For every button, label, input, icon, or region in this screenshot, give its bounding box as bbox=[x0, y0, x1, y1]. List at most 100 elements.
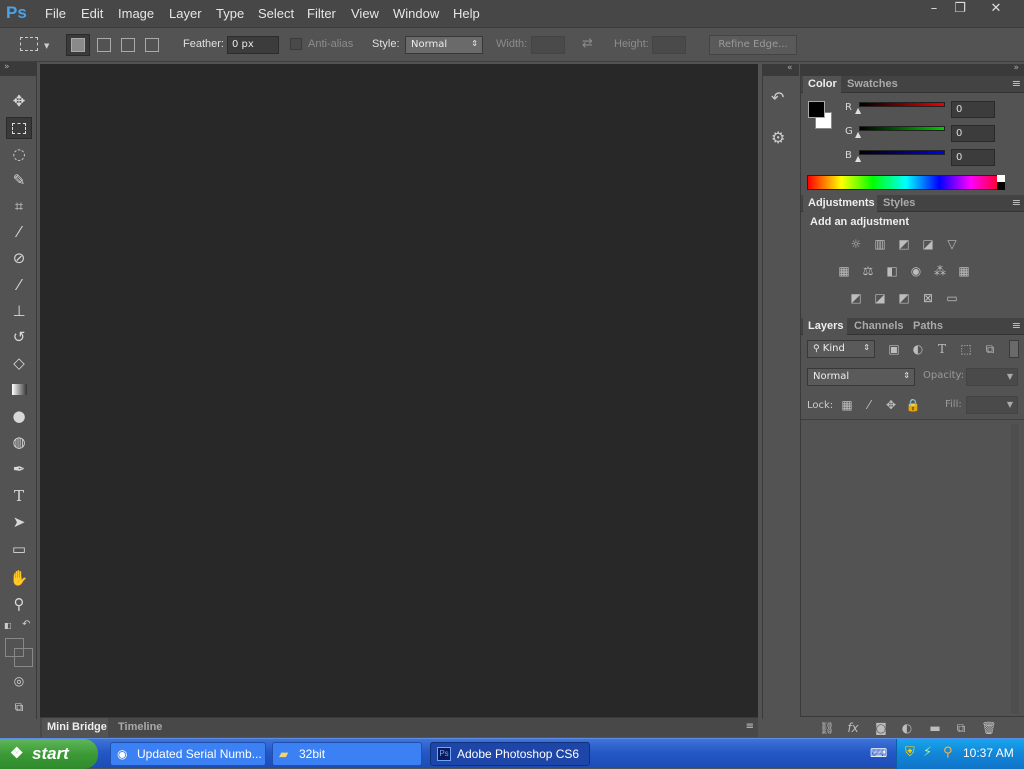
network-icon[interactable]: ⚡ bbox=[923, 745, 932, 760]
spectrum-black-swatch[interactable] bbox=[997, 182, 1005, 190]
opacity-input[interactable]: ▼ bbox=[966, 368, 1018, 386]
blue-slider-track[interactable] bbox=[859, 150, 945, 155]
lock-all-icon[interactable]: 🔒 bbox=[904, 398, 922, 412]
refine-edge-button[interactable]: Refine Edge... bbox=[709, 35, 797, 55]
minimize-button[interactable]: – bbox=[923, 1, 945, 17]
lock-image-pixels-icon[interactable]: ⁄ bbox=[860, 398, 878, 412]
filter-smart-object-icon[interactable]: ⧉ bbox=[981, 342, 999, 356]
layer-style-fx-icon[interactable]: fx bbox=[844, 721, 862, 735]
properties-panel-icon[interactable]: ⚙ bbox=[771, 128, 785, 147]
gradient-tool[interactable] bbox=[6, 379, 32, 401]
taskbar-item-folder[interactable]: ▰ 32bit bbox=[272, 742, 422, 766]
keyboard-icon[interactable]: ⌨ bbox=[870, 746, 887, 760]
link-layers-icon[interactable]: ⛓ bbox=[818, 721, 836, 735]
lasso-tool[interactable]: ◌ bbox=[6, 143, 32, 165]
expand-dock-icon[interactable]: « bbox=[787, 63, 793, 73]
lock-transparent-pixels-icon[interactable]: ▦ bbox=[838, 398, 856, 412]
marquee-tool-preset-icon[interactable] bbox=[20, 37, 38, 51]
search-icon[interactable]: ⚲ bbox=[943, 745, 953, 760]
menu-help[interactable]: Help bbox=[453, 6, 480, 21]
width-input[interactable] bbox=[531, 36, 565, 54]
add-mask-icon[interactable]: ◙ bbox=[872, 721, 890, 735]
new-selection-button[interactable] bbox=[66, 34, 90, 56]
menu-image[interactable]: Image bbox=[118, 6, 154, 21]
menu-select[interactable]: Select bbox=[258, 6, 294, 21]
red-slider-track[interactable] bbox=[859, 102, 945, 107]
tab-paths[interactable]: Paths bbox=[913, 320, 943, 332]
security-shield-icon[interactable]: ⛨ bbox=[905, 745, 915, 760]
channel-mixer-icon[interactable]: ⁂ bbox=[931, 264, 949, 278]
layers-list[interactable] bbox=[801, 420, 1024, 716]
dodge-tool[interactable]: ◍ bbox=[6, 431, 32, 453]
brush-tool[interactable]: ⁄ bbox=[6, 274, 32, 296]
new-layer-icon[interactable]: ⧉ bbox=[952, 721, 970, 735]
hand-tool[interactable]: ✋ bbox=[6, 567, 32, 589]
add-to-selection-icon[interactable] bbox=[97, 38, 111, 52]
photo-filter-icon[interactable]: ◉ bbox=[907, 264, 925, 278]
color-spectrum-ramp[interactable] bbox=[807, 175, 1005, 190]
rectangular-marquee-tool[interactable] bbox=[6, 117, 32, 139]
restore-button[interactable]: ❐ bbox=[949, 1, 971, 17]
panel-menu-icon[interactable]: ≡ bbox=[1012, 196, 1021, 209]
quick-mask-icon[interactable]: ◎ bbox=[6, 670, 32, 692]
path-selection-tool[interactable]: ➤ bbox=[6, 511, 32, 533]
menu-edit[interactable]: Edit bbox=[81, 6, 103, 21]
red-slider-handle[interactable]: ▲ bbox=[855, 106, 861, 115]
dock-strip-header[interactable]: « bbox=[763, 63, 799, 76]
antialias-checkbox[interactable] bbox=[290, 38, 302, 50]
red-value-input[interactable]: 0 bbox=[951, 101, 995, 118]
blue-slider-handle[interactable]: ▲ bbox=[855, 154, 861, 163]
quick-selection-tool[interactable]: ✎ bbox=[6, 169, 32, 191]
start-button[interactable]: ❖ start bbox=[0, 739, 98, 769]
spectrum-white-swatch[interactable] bbox=[997, 175, 1005, 182]
vibrance-icon[interactable]: ▽ bbox=[943, 237, 961, 251]
tab-channels[interactable]: Channels bbox=[854, 320, 904, 332]
preset-dropdown-arrow-icon[interactable]: ▼ bbox=[44, 42, 49, 50]
history-panel-icon[interactable]: ↶ bbox=[771, 88, 784, 107]
blue-value-input[interactable]: 0 bbox=[951, 149, 995, 166]
threshold-icon[interactable]: ◩ bbox=[895, 291, 913, 305]
feather-input[interactable]: 0 px bbox=[227, 36, 279, 54]
filter-toggle-switch[interactable] bbox=[1009, 340, 1019, 358]
filter-pixel-icon[interactable]: ▣ bbox=[885, 342, 903, 356]
trash-icon[interactable]: 🗑 bbox=[980, 721, 998, 735]
posterize-icon[interactable]: ◪ bbox=[871, 291, 889, 305]
fill-input[interactable]: ▼ bbox=[966, 396, 1018, 414]
move-tool[interactable]: ✥ bbox=[6, 90, 32, 112]
history-brush-tool[interactable]: ↺ bbox=[6, 326, 32, 348]
filter-type-icon[interactable]: T bbox=[933, 342, 951, 356]
exposure-icon[interactable]: ◪ bbox=[919, 237, 937, 251]
menu-layer[interactable]: Layer bbox=[169, 6, 202, 21]
levels-icon[interactable]: ▥ bbox=[871, 237, 889, 251]
collapse-toolbar-icon[interactable]: » bbox=[4, 62, 10, 72]
tab-adjustments[interactable]: Adjustments bbox=[803, 195, 877, 212]
blur-tool[interactable]: ● bbox=[6, 405, 32, 427]
tab-timeline[interactable]: Timeline bbox=[118, 721, 162, 733]
new-group-icon[interactable]: ▬ bbox=[926, 721, 944, 735]
eraser-tool[interactable]: ◇ bbox=[6, 352, 32, 374]
toolbar-header[interactable]: » bbox=[0, 62, 37, 76]
clone-stamp-tool[interactable]: ⊥ bbox=[6, 300, 32, 322]
lock-position-icon[interactable]: ✥ bbox=[882, 398, 900, 412]
screen-mode-icon[interactable]: ⧉ bbox=[6, 696, 32, 718]
panels-header[interactable]: » bbox=[801, 63, 1024, 76]
black-white-icon[interactable]: ◧ bbox=[883, 264, 901, 278]
menu-type[interactable]: Type bbox=[216, 6, 244, 21]
color-foreground-swatch[interactable] bbox=[808, 101, 825, 118]
filter-adjustment-icon[interactable]: ◐ bbox=[909, 342, 927, 356]
default-colors-icon[interactable]: ◧ bbox=[4, 621, 14, 631]
healing-brush-tool[interactable]: ⊘ bbox=[6, 247, 32, 269]
type-tool[interactable]: T bbox=[6, 485, 32, 507]
tab-styles[interactable]: Styles bbox=[883, 197, 915, 209]
color-balance-icon[interactable]: ⚖ bbox=[859, 264, 877, 278]
panel-menu-icon[interactable]: ≡ bbox=[1012, 77, 1021, 90]
layers-scrollbar[interactable] bbox=[1011, 424, 1019, 714]
menu-filter[interactable]: Filter bbox=[307, 6, 336, 21]
invert-icon[interactable]: ◩ bbox=[847, 291, 865, 305]
zoom-tool[interactable]: ⚲ bbox=[6, 593, 32, 615]
foreground-color-swatch[interactable] bbox=[5, 638, 24, 657]
rectangle-shape-tool[interactable]: ▭ bbox=[6, 538, 32, 560]
crop-tool[interactable]: ⌗ bbox=[6, 195, 32, 217]
swap-colors-icon[interactable]: ↶ bbox=[22, 619, 30, 630]
taskbar-item-serial[interactable]: ◉ Updated Serial Numb... bbox=[110, 742, 266, 766]
